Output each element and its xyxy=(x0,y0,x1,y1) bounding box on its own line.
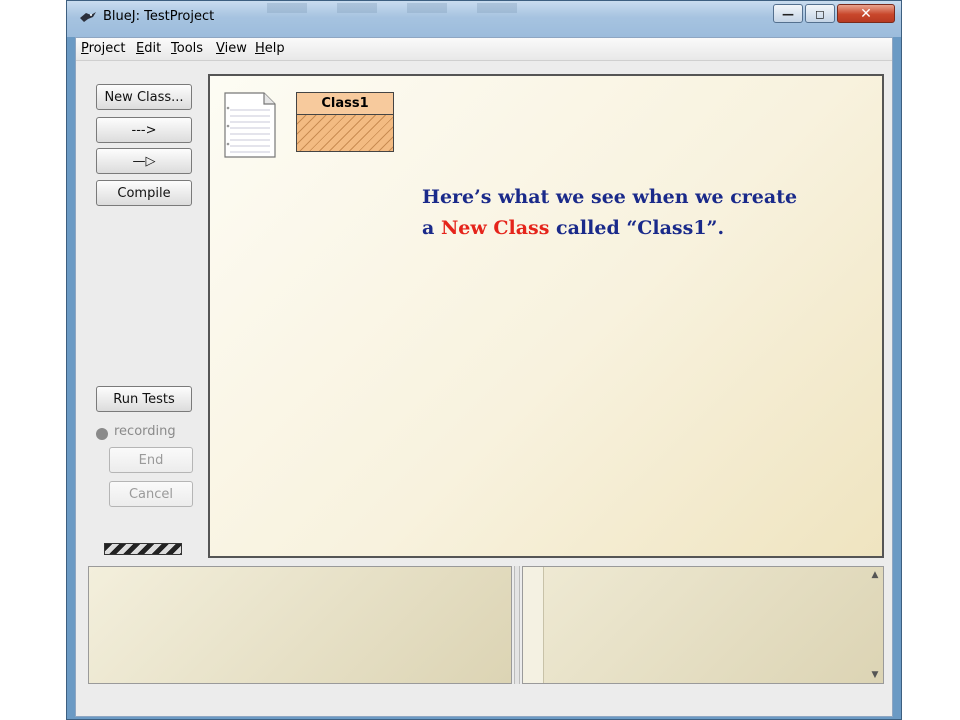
compile-button[interactable]: Compile xyxy=(96,180,192,206)
annotation-prefix: a xyxy=(422,217,441,239)
run-tests-button[interactable]: Run Tests xyxy=(96,386,192,412)
menu-label: ools xyxy=(176,41,204,56)
codepad-gutter xyxy=(523,567,544,683)
object-bench[interactable] xyxy=(88,566,512,684)
readme-document-icon[interactable] xyxy=(224,92,276,158)
menu-mnemonic: V xyxy=(216,41,225,56)
end-button[interactable]: End xyxy=(109,447,193,473)
minimize-icon: — xyxy=(782,6,794,21)
bluej-bird-icon xyxy=(80,12,96,22)
blurred-background xyxy=(267,3,527,13)
cancel-button[interactable]: Cancel xyxy=(109,481,193,507)
annotation-suffix: called “Class1”. xyxy=(549,217,725,239)
maximize-button[interactable]: ◻ xyxy=(805,4,835,23)
uncompiled-hatching xyxy=(297,115,393,151)
title-bar[interactable]: BlueJ: TestProject — ◻ ✕ xyxy=(67,1,901,37)
class-box-class1[interactable]: Class1 xyxy=(296,92,394,152)
menu-project[interactable]: Project xyxy=(81,41,126,56)
menu-view[interactable]: View xyxy=(216,41,247,56)
bottom-panels: ▲ ▼ xyxy=(88,566,884,714)
split-pane-divider[interactable] xyxy=(514,566,520,684)
close-icon: ✕ xyxy=(860,5,872,22)
uses-arrow-button[interactable]: ---> xyxy=(96,117,192,143)
menu-label: elp xyxy=(264,41,285,56)
class-diagram-canvas[interactable]: Class1 Here’s what we see when we create… xyxy=(208,74,884,558)
menu-bar: Project Edit Tools View Help xyxy=(76,38,892,61)
menu-label: roject xyxy=(88,41,126,56)
menu-edit[interactable]: Edit xyxy=(136,41,161,56)
recording-indicator-icon xyxy=(96,428,108,440)
menu-label: iew xyxy=(224,41,247,56)
scroll-up-arrow-icon[interactable]: ▲ xyxy=(869,569,881,581)
menu-help[interactable]: Help xyxy=(255,41,285,56)
menu-label: dit xyxy=(144,41,162,56)
inherits-arrow-button[interactable]: —▷ xyxy=(96,148,192,174)
recording-label: recording xyxy=(114,424,176,439)
annotation-line-1: Here’s what we see when we create xyxy=(422,186,798,208)
codepad-panel[interactable]: ▲ ▼ xyxy=(522,566,884,684)
window-title: BlueJ: TestProject xyxy=(103,9,215,24)
annotation-text: Here’s what we see when we create a New … xyxy=(422,182,862,244)
scroll-down-arrow-icon[interactable]: ▼ xyxy=(869,669,881,681)
menu-mnemonic: P xyxy=(81,41,89,56)
app-client-area: Project Edit Tools View Help New Class..… xyxy=(75,37,893,717)
machine-activity-indicator xyxy=(104,543,182,555)
annotation-highlight: New Class xyxy=(440,217,550,239)
bluej-window: BlueJ: TestProject — ◻ ✕ Project Edit To… xyxy=(66,0,902,720)
close-button[interactable]: ✕ xyxy=(837,4,895,23)
menu-tools[interactable]: Tools xyxy=(171,41,203,56)
maximize-icon: ◻ xyxy=(815,6,825,21)
menu-mnemonic: H xyxy=(255,41,265,56)
new-class-button[interactable]: New Class... xyxy=(96,84,192,110)
annotation-line-2: a New Class called “Class1”. xyxy=(422,213,862,244)
menu-mnemonic: E xyxy=(136,41,145,56)
class-name-label: Class1 xyxy=(297,93,393,115)
minimize-button[interactable]: — xyxy=(773,4,803,23)
